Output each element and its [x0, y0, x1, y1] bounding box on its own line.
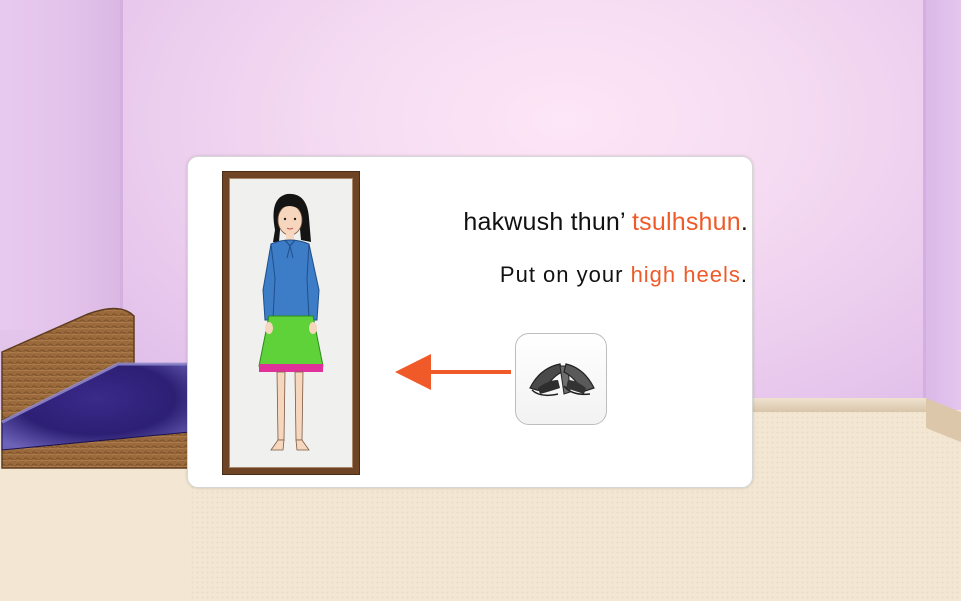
native-prefix: hakwush thun’: [463, 208, 633, 236]
native-instruction: hakwush thun’ tsulhshun.: [463, 208, 748, 237]
bed: [1, 307, 190, 469]
native-suffix: .: [740, 208, 748, 236]
english-prefix: Put on your: [499, 262, 631, 287]
english-suffix: .: [740, 262, 748, 287]
wall-corner-right: [923, 0, 926, 402]
right-wall: [925, 0, 961, 420]
arrow-left-icon: [395, 354, 511, 390]
english-target-word: high heels: [630, 262, 741, 287]
wall-corner-left: [120, 0, 123, 330]
girl-portrait: [258, 193, 324, 451]
high-heels-item-button[interactable]: [515, 333, 607, 425]
high-heels-icon: [529, 363, 595, 397]
floor-left: [0, 470, 190, 601]
baseboard: [740, 398, 926, 412]
english-instruction: Put on your high heels.: [500, 262, 748, 288]
native-target-word: tsulhshun: [632, 208, 741, 236]
portrait-frame: [223, 172, 359, 474]
